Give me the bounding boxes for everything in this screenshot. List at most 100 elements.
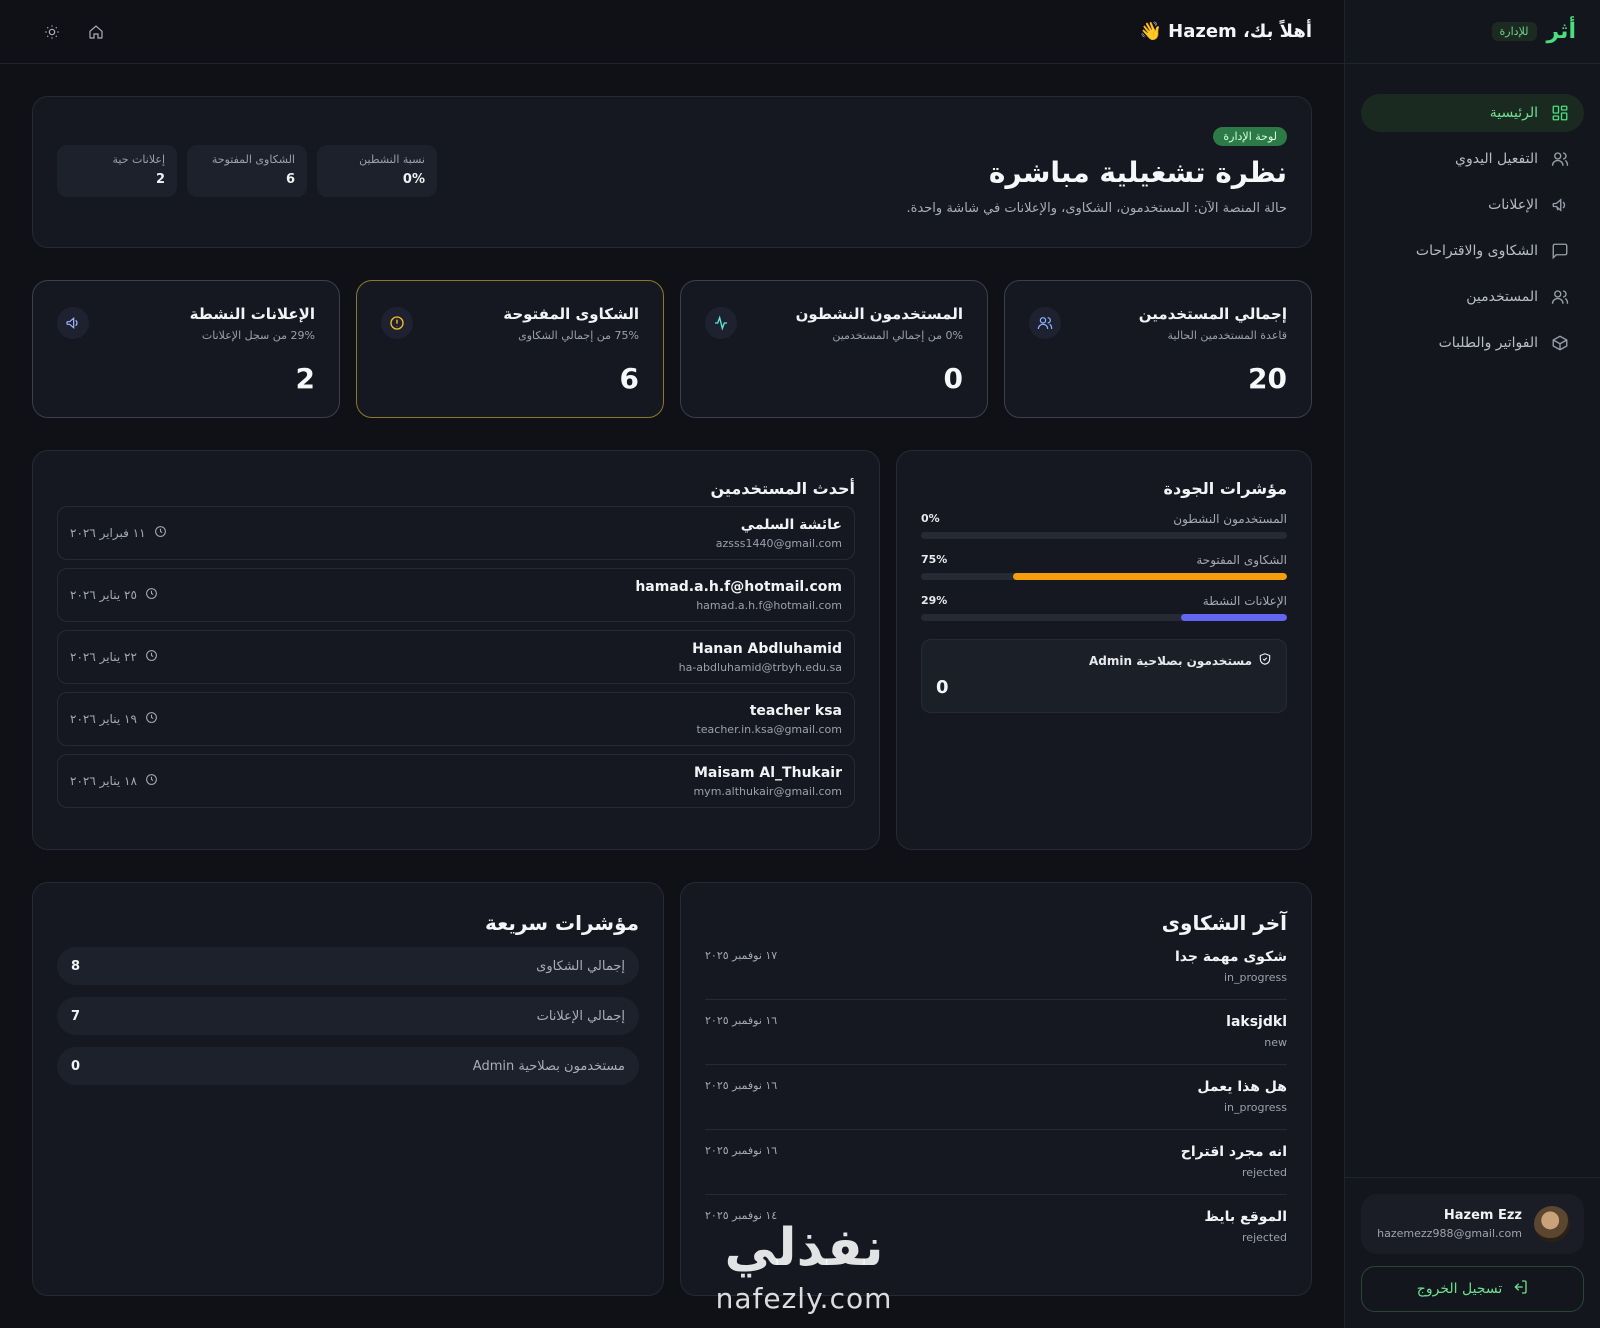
stat-subtitle: قاعدة المستخدمين الحالية	[1167, 329, 1288, 342]
stat-card-total-users[interactable]: إجمالي المستخدمين قاعدة المستخدمين الحال…	[1004, 280, 1312, 418]
complaint-row[interactable]: انه مجرد اقتراح rejected ١٦ نوفمبر ٢٠٢٥	[705, 1130, 1287, 1195]
stat-subtitle: 29% من سجل الإعلانات	[201, 329, 315, 342]
quality-percent: 75%	[921, 553, 948, 566]
user-row[interactable]: Hanan Abdluhamid ha-abdluhamid@trbyh.edu.…	[57, 630, 855, 684]
mini-stat-open-complaints: الشكاوى المفتوحة 6	[187, 145, 307, 197]
admin-users-box: مستخدمون بصلاحية Admin 0	[921, 639, 1287, 713]
mini-stat-value: 2	[155, 172, 165, 187]
quick-label: إجمالي الشكاوى	[536, 958, 625, 974]
mini-stat-value: 6	[285, 172, 295, 187]
sidebar-item-label: الفواتير والطلبات	[1438, 335, 1538, 351]
clock-icon	[145, 649, 158, 665]
user-row-email: ha-abdluhamid@trbyh.edu.sa	[678, 660, 842, 674]
admin-users-label: مستخدمون بصلاحية Admin	[1089, 653, 1252, 668]
quality-item-active-users: المستخدمون النشطون 0%	[921, 512, 1287, 539]
sidebar-item-invoices[interactable]: الفواتير والطلبات	[1361, 324, 1584, 362]
quality-item-open-complaints: الشكاوى المفتوحة 75%	[921, 553, 1287, 580]
sidebar-item-label: الرئيسية	[1489, 105, 1538, 121]
stat-card-active-ads[interactable]: الإعلانات النشطة 29% من سجل الإعلانات 2	[32, 280, 340, 418]
mini-stats: نسبة النشطين 0% الشكاوى المفتوحة 6 إعلان…	[57, 145, 437, 197]
shield-check-icon	[1258, 652, 1272, 669]
user-row-date: ١٨ يناير ٢٠٢٦	[70, 774, 137, 788]
quality-indicators-panel: مؤشرات الجودة المستخدمون النشطون 0% الشكا…	[896, 450, 1312, 850]
stat-subtitle: 0% من إجمالي المستخدمين	[832, 329, 963, 342]
complaint-title: شكوى مهمة جدا	[1174, 949, 1287, 965]
complaint-status: in_progress	[1223, 1101, 1287, 1114]
clock-icon	[145, 773, 158, 789]
admin-users-value: 0	[936, 677, 949, 698]
quality-label: المستخدمون النشطون	[1173, 512, 1287, 526]
activity-icon	[705, 307, 737, 339]
complaint-date: ١٦ نوفمبر ٢٠٢٥	[705, 1014, 778, 1027]
quality-title: مؤشرات الجودة	[1163, 479, 1287, 498]
quality-percent: 29%	[921, 594, 948, 607]
sidebar-item-complaints[interactable]: الشكاوى والاقتراحات	[1361, 232, 1584, 270]
brand-badge: للإدارة	[1491, 22, 1537, 41]
user-row[interactable]: teacher ksa teacher.in.ksa@gmail.com ١٩ ي…	[57, 692, 855, 746]
dashboard-icon	[1550, 103, 1570, 123]
quality-bar	[921, 573, 1287, 580]
complaint-row[interactable]: الموقع بايظ rejected ١٤ نوفمبر ٢٠٢٥	[705, 1195, 1287, 1260]
brand-logo[interactable]: أثر	[1547, 19, 1577, 44]
stat-title: الشكاوى المفتوحة	[503, 305, 639, 323]
sidebar-item-announcements[interactable]: الإعلانات	[1361, 186, 1584, 224]
quick-value: 0	[71, 1058, 81, 1074]
home-icon[interactable]	[84, 20, 108, 44]
stat-value: 0	[943, 362, 963, 395]
complaint-date: ١٧ نوفمبر ٢٠٢٥	[705, 949, 778, 962]
user-card[interactable]: Hazem Ezz hazemezz988@gmail.com	[1361, 1194, 1584, 1254]
stat-card-open-complaints[interactable]: الشكاوى المفتوحة 75% من إجمالي الشكاوى 6	[356, 280, 664, 418]
user-row[interactable]: عائشة السلمي azsss1440@gmail.com ١١ فبراي…	[57, 506, 855, 560]
clock-icon	[154, 525, 167, 541]
stat-title: المستخدمون النشطون	[795, 305, 963, 323]
user-row[interactable]: hamad.a.h.f@hotmail.com hamad.a.h.f@hotma…	[57, 568, 855, 622]
clock-icon	[145, 711, 158, 727]
user-check-icon	[1550, 149, 1570, 169]
complaint-title: laksjdkl	[1226, 1014, 1287, 1030]
stat-card-active-users[interactable]: المستخدمون النشطون 0% من إجمالي المستخدم…	[680, 280, 988, 418]
brand: أثر للإدارة	[1345, 0, 1600, 64]
quick-value: 7	[71, 1008, 81, 1024]
quality-item-active-ads: الإعلانات النشطة 29%	[921, 594, 1287, 621]
complaint-date: ١٦ نوفمبر ٢٠٢٥	[705, 1079, 778, 1092]
user-row[interactable]: Maisam Al_Thukair mym.althukair@gmail.com…	[57, 754, 855, 808]
complaint-row[interactable]: شكوى مهمة جدا in_progress ١٧ نوفمبر ٢٠٢٥	[705, 935, 1287, 1000]
top-header: أهلاً بك، Hazem 👋	[0, 0, 1344, 64]
sidebar-item-manual-activation[interactable]: التفعيل اليدوي	[1361, 140, 1584, 178]
complaint-row[interactable]: laksjdkl new ١٦ نوفمبر ٢٠٢٥	[705, 1000, 1287, 1065]
complaint-title: انه مجرد اقتراح	[1180, 1144, 1287, 1160]
user-row-name: عائشة السلمي	[740, 516, 842, 533]
complaint-status: new	[1264, 1036, 1287, 1049]
sidebar-item-users[interactable]: المستخدمين	[1361, 278, 1584, 316]
megaphone-icon	[1550, 195, 1570, 215]
user-row-date: ١٩ يناير ٢٠٢٦	[70, 712, 137, 726]
complaint-title: الموقع بايظ	[1204, 1209, 1287, 1225]
quality-label: الإعلانات النشطة	[1202, 594, 1287, 608]
sidebar-item-home[interactable]: الرئيسية	[1361, 94, 1584, 132]
theme-toggle-sun-icon[interactable]	[40, 20, 64, 44]
greeting: أهلاً بك، Hazem 👋	[1139, 21, 1312, 42]
mini-stat-active-ratio: نسبة النشطين 0%	[317, 145, 437, 197]
user-row-name: Hanan Abdluhamid	[692, 640, 842, 657]
complaint-date: ١٦ نوفمبر ٢٠٢٥	[705, 1144, 778, 1157]
complaint-row[interactable]: هل هذا يعمل in_progress ١٦ نوفمبر ٢٠٢٥	[705, 1065, 1287, 1130]
quick-value: 8	[71, 958, 81, 974]
quick-row: إجمالي الشكاوى 8	[57, 947, 639, 985]
quick-row: مستخدمون بصلاحية Admin 0	[57, 1047, 639, 1085]
quality-bar-fill	[1012, 573, 1287, 580]
user-row-name: Maisam Al_Thukair	[694, 764, 842, 781]
mini-stat-label: نسبة النشطين	[359, 153, 425, 166]
stat-title: الإعلانات النشطة	[189, 305, 315, 323]
stat-title: إجمالي المستخدمين	[1138, 305, 1287, 323]
logout-label: تسجيل الخروج	[1416, 1281, 1503, 1297]
logout-button[interactable]: تسجيل الخروج	[1361, 1266, 1584, 1312]
latest-users-panel: أحدث المستخدمين عائشة السلمي azsss1440@gm…	[32, 450, 880, 850]
user-row-date: ١١ فبراير ٢٠٢٦	[70, 526, 146, 540]
latest-users-title: أحدث المستخدمين	[710, 479, 855, 498]
complaint-title: هل هذا يعمل	[1197, 1079, 1287, 1095]
logout-icon	[1512, 1279, 1528, 1299]
user-row-email: mym.althukair@gmail.com	[693, 784, 842, 798]
quick-label: إجمالي الإعلانات	[536, 1008, 625, 1024]
sidebar-nav: الرئيسية التفعيل اليدوي الإعلانات الشكاو…	[1345, 64, 1600, 362]
sidebar-item-label: التفعيل اليدوي	[1455, 151, 1538, 167]
